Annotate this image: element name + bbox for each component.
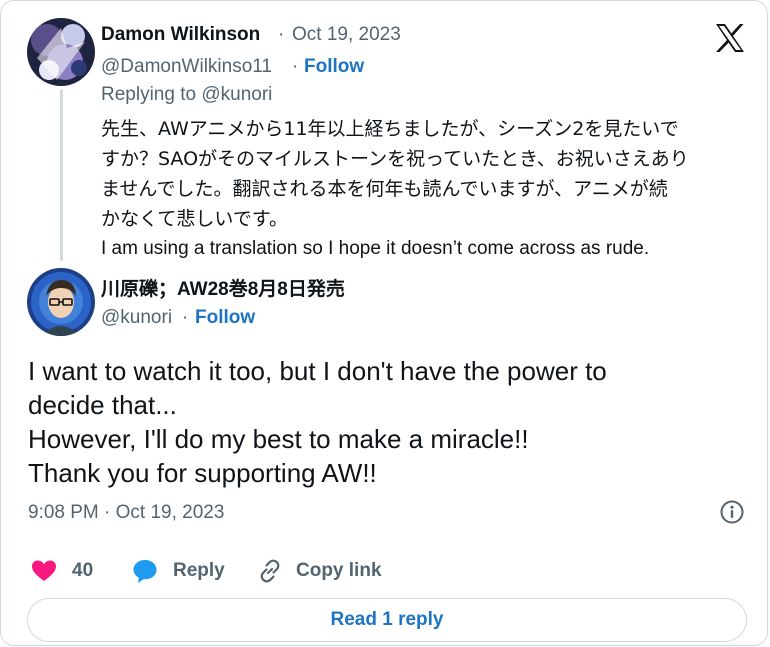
like-count: 40 xyxy=(72,560,94,581)
avatar-damon-wilkinson[interactable] xyxy=(27,18,95,86)
speech-bubble-icon xyxy=(133,560,157,583)
reply-text-line: ませんでした。翻訳される本を何年も読んでいますが、アニメが続 xyxy=(101,178,668,200)
reply-handle-separator: · xyxy=(292,56,299,77)
reply-text-line: すか？SAOがそのマイルストーンを祝っていたとき、お祝いさえあり xyxy=(101,148,689,170)
reply-button[interactable]: Reply xyxy=(132,556,225,586)
main-tweet-text: I want to watch it too, but I don't have… xyxy=(28,354,748,490)
main-author-name[interactable]: 川原礫；AW28巻8月8日発売 xyxy=(101,274,345,301)
reply-date[interactable]: Oct 19, 2023 xyxy=(292,24,401,46)
reply-text-line: I am using a translation so I hope it do… xyxy=(101,238,650,259)
heart-icon xyxy=(32,560,56,581)
reply-follow-button[interactable]: Follow xyxy=(304,56,364,78)
main-author-handle[interactable]: @kunori xyxy=(101,307,172,329)
reply-date-separator: · xyxy=(278,24,285,45)
reply-author-handle[interactable]: @DamonWilkinso11 xyxy=(101,56,272,78)
reply-label: Reply xyxy=(173,560,225,581)
main-text-line: I want to watch it too, but I don't have… xyxy=(28,356,607,386)
tweet-embed-card: Damon Wilkinson · Oct 19, 2023 @DamonWil… xyxy=(0,0,768,646)
like-button[interactable]: 40 xyxy=(31,556,93,586)
main-follow-button[interactable]: Follow xyxy=(195,307,255,329)
main-tweet-timestamp[interactable]: 9:08 PM · Oct 19, 2023 xyxy=(28,502,224,524)
link-icon xyxy=(260,559,280,583)
reply-text-line: かなくて悲しいです。 xyxy=(101,208,288,230)
copy-link-button[interactable]: Copy link xyxy=(257,556,382,586)
info-icon[interactable] xyxy=(719,499,745,525)
replying-to-label[interactable]: Replying to @kunori xyxy=(101,84,272,106)
reply-author-name[interactable]: Damon Wilkinson xyxy=(101,24,260,46)
reply-tweet-text: 先生、AWアニメから11年以上経ちましたが、シーズン2を見たいで すか？SAOが… xyxy=(101,114,741,264)
x-logo-icon[interactable] xyxy=(714,23,746,53)
copy-link-label: Copy link xyxy=(296,560,382,581)
main-handle-separator: · xyxy=(182,307,189,328)
avatar-kunori[interactable] xyxy=(27,268,95,336)
reply-text-line: 先生、AWアニメから11年以上経ちましたが、シーズン2を見たいで xyxy=(101,118,679,140)
read-replies-button[interactable]: Read 1 reply xyxy=(27,598,747,642)
main-text-line: Thank you for supporting AW!! xyxy=(28,458,377,488)
main-text-line: However, I'll do my best to make a mirac… xyxy=(28,424,529,454)
thread-connector-line xyxy=(60,89,63,261)
main-text-line: decide that... xyxy=(28,390,177,420)
